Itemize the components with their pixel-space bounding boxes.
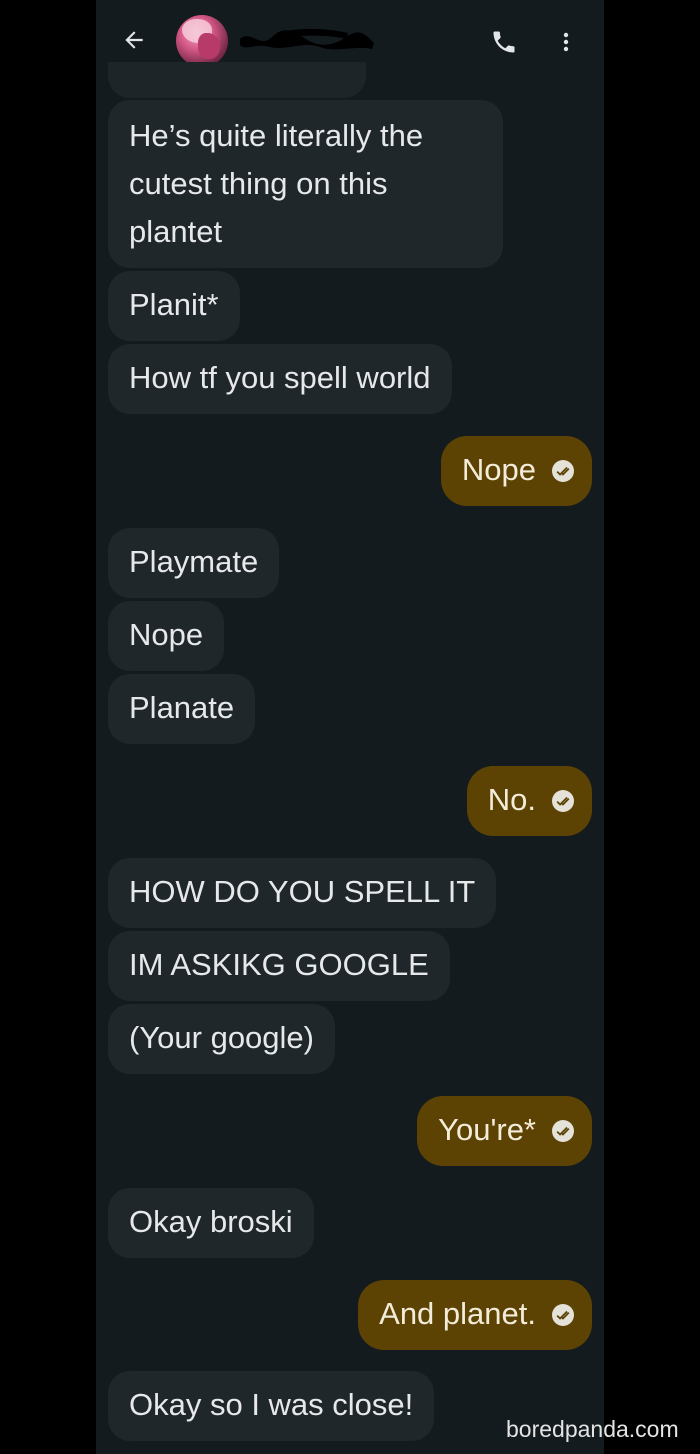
read-check-icon [552, 460, 574, 482]
message-text: He’s quite literally the cutest thing on… [129, 118, 424, 249]
message-text: HOW DO YOU SPELL IT [129, 874, 476, 909]
message-text: Nope [461, 452, 536, 487]
message-received[interactable]: He’s quite literally the cutest thing on… [108, 100, 503, 268]
message-text: Playmate [129, 544, 259, 579]
contact-avatar[interactable] [176, 15, 228, 67]
message-sent[interactable]: And planet. [358, 1280, 592, 1350]
call-button[interactable] [484, 24, 524, 60]
message-sent[interactable]: Nope [440, 436, 592, 506]
message-received[interactable]: Nope [108, 601, 225, 671]
conversation-screen: He’s quite literally the cutest thing on… [96, 0, 604, 1454]
contact-name-redacted [236, 25, 376, 55]
message-received[interactable]: HOW DO YOU SPELL IT [108, 858, 497, 928]
message-text: No. [487, 782, 536, 817]
arrow-left-icon [125, 31, 143, 49]
message-text: (Your google) [129, 1020, 314, 1055]
message-text: And planet. [379, 1296, 536, 1331]
message-received[interactable]: Planate [108, 674, 256, 744]
message-text: How tf you spell world [129, 360, 431, 395]
message-bubble-clipped [108, 62, 366, 98]
back-button[interactable] [116, 22, 152, 58]
message-text: You're* [438, 1112, 536, 1147]
message-text: Okay so I was close! [129, 1387, 414, 1422]
message-text: Planate [129, 690, 235, 725]
message-text: Okay broski [129, 1204, 293, 1239]
message-text: IM ASKIKG GOOGLE [129, 947, 429, 982]
more-options-button[interactable] [548, 24, 584, 60]
message-received[interactable]: Playmate [108, 528, 280, 598]
message-received[interactable]: Okay so I was close! [108, 1371, 435, 1441]
phone-icon [493, 31, 515, 53]
message-text: Nope [129, 617, 204, 652]
message-sent[interactable]: You're* [417, 1096, 592, 1166]
message-received[interactable]: Okay broski [108, 1188, 314, 1258]
message-sent[interactable]: No. [466, 766, 592, 836]
message-received[interactable]: (Your google) [108, 1004, 335, 1074]
read-check-icon [552, 1304, 574, 1326]
message-received[interactable]: Planit* [108, 271, 240, 341]
more-vert-icon [563, 32, 569, 52]
read-check-icon [552, 1120, 574, 1142]
message-received[interactable]: IM ASKIKG GOOGLE [108, 931, 450, 1001]
watermark: boredpanda.com [506, 1416, 679, 1442]
read-check-icon [552, 790, 574, 812]
message-received[interactable]: How tf you spell world [108, 344, 452, 414]
message-text: Planit* [129, 287, 219, 322]
